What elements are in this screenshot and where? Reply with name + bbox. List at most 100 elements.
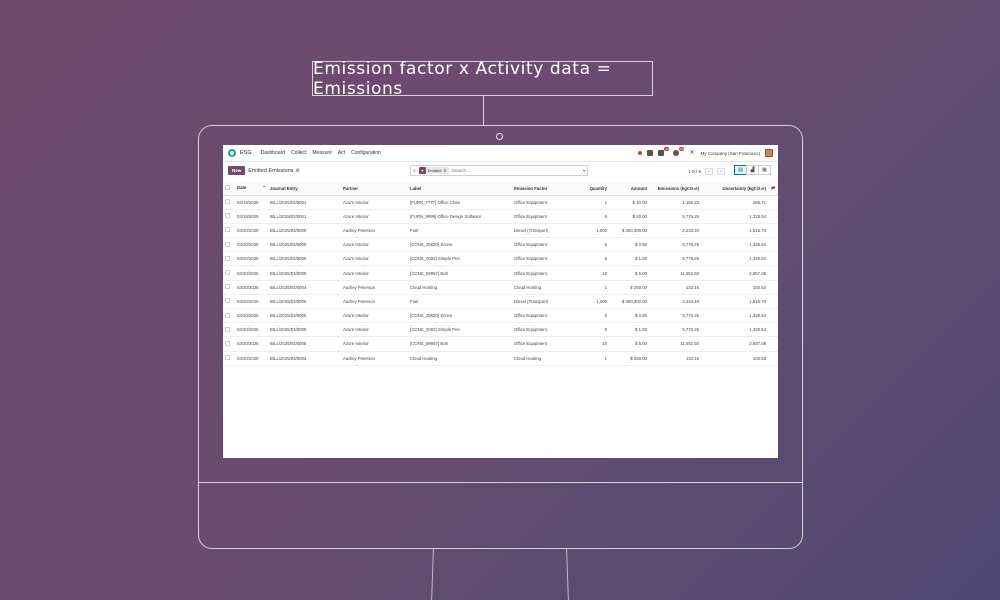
cell-partner: Azure Interior	[341, 265, 408, 281]
menu-item-configuration[interactable]: Configuration	[351, 150, 381, 156]
row-checkbox[interactable]	[223, 308, 235, 324]
select-all-checkbox[interactable]	[223, 182, 235, 196]
search-options-caret-icon[interactable]: ▾	[583, 168, 585, 173]
cell-emissions: 1,155.23	[649, 195, 701, 210]
cell-date: 03/20/2025	[235, 251, 268, 267]
cell-emissions: 133.16	[649, 351, 701, 366]
user-avatar[interactable]	[765, 149, 773, 157]
search-icon: ⌕	[413, 167, 416, 174]
pager-value[interactable]: 1-9 / 9	[688, 169, 701, 174]
table-row[interactable]: 03/20/2025 BILL/2025/03/0004 Audrey Peters…	[223, 280, 778, 295]
column-header-emission-factor[interactable]: Emission Factor	[512, 182, 579, 196]
table-row[interactable]: 03/20/2025 BILL/2025/03/0006 Audrey Peters…	[223, 294, 778, 310]
new-button[interactable]: New	[228, 166, 246, 175]
tools-icon[interactable]: ✕	[689, 150, 695, 156]
cell-emissions: 11,552.50	[649, 265, 701, 281]
row-checkbox[interactable]	[223, 251, 235, 267]
chat-icon[interactable]: 11	[658, 147, 670, 156]
menu-item-collect[interactable]: Collect	[291, 150, 306, 156]
table-row[interactable]: 03/20/2025 BILL/2025/03/0005 Azure Interio…	[223, 237, 778, 253]
table-row[interactable]: 03/20/2025 BILL/2025/03/0005 Azure Interio…	[223, 308, 778, 324]
menu-item-dashboard[interactable]: Dashboard	[261, 150, 285, 156]
cell-partner: Audrey Peterson	[341, 280, 408, 295]
column-header-quantity[interactable]: Quantity	[579, 182, 609, 196]
cell-amount: $ 5.00	[609, 265, 649, 281]
phone-icon[interactable]	[647, 150, 654, 156]
monitor-chin-line	[198, 482, 803, 483]
cell-label: Cloud Hosting	[408, 351, 512, 366]
cell-quantity: 1	[579, 351, 609, 366]
table-row[interactable]: 03/20/2025 BILL/2025/03/0005 Azure Interio…	[223, 251, 778, 267]
menu-item-measure[interactable]: Measure	[312, 150, 331, 156]
cell-emission-factor: Office Equipment	[512, 336, 579, 352]
cell-emissions: 133.16	[649, 280, 701, 295]
cell-amount: $ 250.00	[609, 351, 649, 366]
row-checkbox[interactable]	[223, 237, 235, 253]
cell-date: 03/20/2025	[235, 294, 268, 310]
cell-label: [FURN_9999] Office Design Software	[408, 209, 512, 224]
search-bar[interactable]: ⌕ ▼ Emitted ✕ ▾	[410, 165, 588, 176]
row-checkbox[interactable]	[223, 351, 235, 366]
remove-facet-icon[interactable]: ✕	[443, 168, 448, 173]
optional-columns-icon[interactable]: ⇄	[768, 182, 778, 196]
row-checkbox[interactable]	[223, 223, 235, 239]
cell-date: 03/19/2025	[235, 209, 268, 224]
status-dot-icon	[638, 151, 643, 155]
cell-quantity: 1	[579, 280, 609, 295]
row-checkbox[interactable]	[223, 322, 235, 338]
column-header-label[interactable]: Label	[408, 182, 512, 196]
table-row[interactable]: 03/19/2025 BILL/2025/03/0001 Azure Interio…	[223, 209, 778, 224]
column-header-partner[interactable]: Partner	[341, 182, 408, 196]
column-header-journal-entry[interactable]: Journal Entry	[268, 182, 341, 196]
emissions-table: Date ⌃ Journal Entry Partner Label Emiss…	[223, 182, 778, 366]
cell-journal-entry: BILL/2025/03/0004	[268, 351, 341, 366]
table-row[interactable]: 03/20/2025 BILL/2025/03/0005 Azure Interio…	[223, 322, 778, 338]
row-checkbox[interactable]	[223, 294, 235, 310]
cell-label: Cloud Hosting	[408, 280, 512, 295]
cell-amount: $ 5.00	[609, 336, 649, 352]
systray: 11 19 ✕ My Company (San Francisco)	[638, 147, 773, 157]
top-navbar: ESG Dashboard Collect Measure Act Config…	[223, 145, 778, 162]
row-checkbox[interactable]	[223, 209, 235, 224]
table-row[interactable]: 03/20/2025 BILL/2025/03/0005 Azure Interio…	[223, 336, 778, 352]
cell-label: Fuel	[408, 294, 512, 310]
column-header-emissions[interactable]: Emissions (kgCO₂e)	[649, 182, 701, 196]
table-row[interactable]: 03/19/2025 BILL/2025/03/0001 Azure Interio…	[223, 195, 778, 210]
cell-label: [CONS_89957] Bolt	[408, 265, 512, 281]
cell-journal-entry: BILL/2025/03/0005	[268, 251, 341, 267]
row-checkbox[interactable]	[223, 265, 235, 281]
cell-journal-entry: BILL/2025/03/0005	[268, 308, 341, 324]
row-spacer	[768, 280, 778, 295]
column-header-uncertainty[interactable]: Uncertainty (kgCO₂e)	[701, 182, 768, 196]
facet-label: Emitted	[427, 168, 442, 173]
cell-journal-entry: BILL/2025/03/0005	[268, 322, 341, 338]
cell-amount: $ 10.00	[609, 195, 649, 210]
table-row[interactable]: 03/20/2025 BILL/2025/03/0006 Audrey Peters…	[223, 223, 778, 239]
cell-quantity: 1,000	[579, 223, 609, 239]
pager-next-icon[interactable]: ›	[717, 168, 725, 175]
cell-label: [CONS_25630] Screw	[408, 308, 512, 324]
cell-amount: $ 0.50	[609, 308, 649, 324]
cell-amount: $ 1.50	[609, 322, 649, 338]
app-logo-icon[interactable]	[228, 149, 236, 157]
company-switcher[interactable]: My Company (San Francisco)	[700, 151, 760, 156]
filter-facet[interactable]: ▼ Emitted ✕	[418, 167, 449, 174]
column-header-amount[interactable]: Amount	[609, 182, 649, 196]
cell-quantity: 10	[579, 265, 609, 281]
gear-icon[interactable]: ⚙	[296, 168, 300, 174]
cell-date: 03/20/2025	[235, 280, 268, 295]
search-input[interactable]	[451, 168, 583, 173]
row-checkbox[interactable]	[223, 280, 235, 295]
pivot-view-icon[interactable]: ▦	[758, 165, 771, 175]
pager-previous-icon[interactable]: ‹	[705, 168, 713, 175]
row-checkbox[interactable]	[223, 195, 235, 210]
menu-item-act[interactable]: Act	[338, 150, 345, 156]
cell-partner: Azure Interior	[341, 322, 408, 338]
column-header-date[interactable]: Date ⌃	[235, 182, 268, 196]
table-row[interactable]: 03/20/2025 BILL/2025/03/0004 Audrey Peters…	[223, 351, 778, 366]
table-row[interactable]: 03/20/2025 BILL/2025/03/0005 Azure Interio…	[223, 265, 778, 281]
clock-icon[interactable]: 19	[673, 147, 685, 156]
app-name[interactable]: ESG	[240, 150, 252, 156]
cell-label: [CONS_0002] Simple Pen	[408, 251, 512, 267]
row-checkbox[interactable]	[223, 336, 235, 352]
